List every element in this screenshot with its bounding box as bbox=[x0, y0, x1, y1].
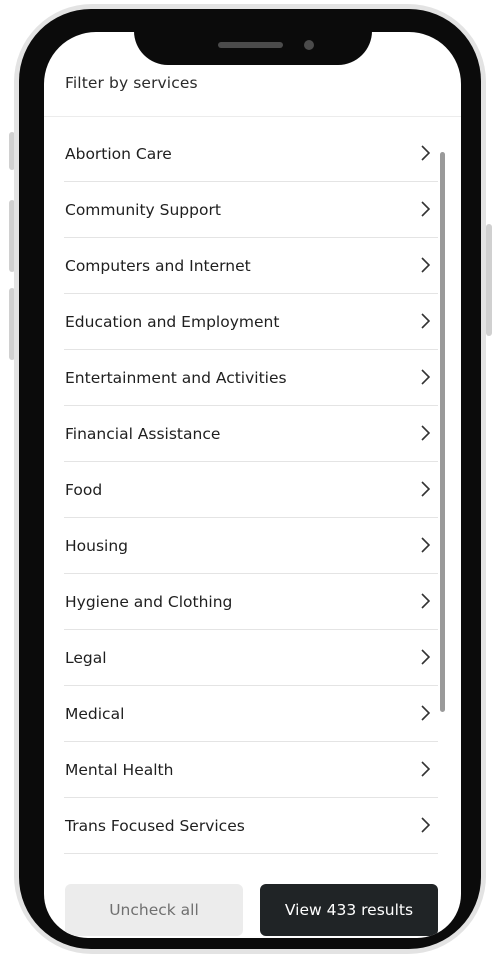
chevron-right-icon bbox=[421, 369, 430, 385]
power-button bbox=[486, 224, 492, 336]
service-item-entertainment-and-activities[interactable]: Entertainment and Activities bbox=[64, 350, 438, 406]
chevron-right-icon bbox=[421, 425, 430, 441]
chevron-right-icon bbox=[421, 313, 430, 329]
service-label: Medical bbox=[65, 705, 125, 723]
chevron-right-icon bbox=[421, 145, 430, 161]
services-list: Abortion Care Community Support Computer… bbox=[44, 126, 461, 854]
service-item-financial-assistance[interactable]: Financial Assistance bbox=[64, 406, 438, 462]
chevron-right-icon bbox=[421, 649, 430, 665]
page-title: Filter by services bbox=[65, 74, 198, 92]
service-label: Housing bbox=[65, 537, 129, 555]
view-results-button[interactable]: View 433 results bbox=[260, 884, 438, 936]
service-item-food[interactable]: Food bbox=[64, 462, 438, 518]
list-scrollbar[interactable] bbox=[440, 152, 445, 712]
service-item-education-and-employment[interactable]: Education and Employment bbox=[64, 294, 438, 350]
chevron-right-icon bbox=[421, 201, 430, 217]
service-label: Hygiene and Clothing bbox=[65, 593, 233, 611]
service-item-trans-focused-services[interactable]: Trans Focused Services bbox=[64, 798, 438, 854]
filter-footer: Uncheck all View 433 results bbox=[44, 884, 461, 938]
camera-icon bbox=[304, 40, 314, 50]
service-item-hygiene-and-clothing[interactable]: Hygiene and Clothing bbox=[64, 574, 438, 630]
service-label: Financial Assistance bbox=[65, 425, 221, 443]
chevron-right-icon bbox=[421, 537, 430, 553]
chevron-right-icon bbox=[421, 257, 430, 273]
service-label: Legal bbox=[65, 649, 107, 667]
speaker-grille bbox=[218, 42, 283, 48]
service-item-legal[interactable]: Legal bbox=[64, 630, 438, 686]
service-label: Trans Focused Services bbox=[65, 817, 245, 835]
uncheck-all-button[interactable]: Uncheck all bbox=[65, 884, 243, 936]
service-item-computers-and-internet[interactable]: Computers and Internet bbox=[64, 238, 438, 294]
chevron-right-icon bbox=[421, 761, 430, 777]
service-label: Food bbox=[65, 481, 103, 499]
service-item-community-support[interactable]: Community Support bbox=[64, 182, 438, 238]
service-item-medical[interactable]: Medical bbox=[64, 686, 438, 742]
service-item-mental-health[interactable]: Mental Health bbox=[64, 742, 438, 798]
service-label: Computers and Internet bbox=[65, 257, 251, 275]
service-item-housing[interactable]: Housing bbox=[64, 518, 438, 574]
chevron-right-icon bbox=[421, 481, 430, 497]
phone-screen: Filter by services Abortion Care Communi… bbox=[44, 32, 461, 938]
chevron-right-icon bbox=[421, 593, 430, 609]
chevron-right-icon bbox=[421, 817, 430, 833]
service-label: Community Support bbox=[65, 201, 221, 219]
phone-notch bbox=[134, 9, 372, 65]
service-item-abortion-care[interactable]: Abortion Care bbox=[64, 126, 438, 182]
service-label: Mental Health bbox=[65, 761, 174, 779]
service-label: Abortion Care bbox=[65, 145, 172, 163]
chevron-right-icon bbox=[421, 705, 430, 721]
service-label: Entertainment and Activities bbox=[65, 369, 287, 387]
service-label: Education and Employment bbox=[65, 313, 280, 331]
